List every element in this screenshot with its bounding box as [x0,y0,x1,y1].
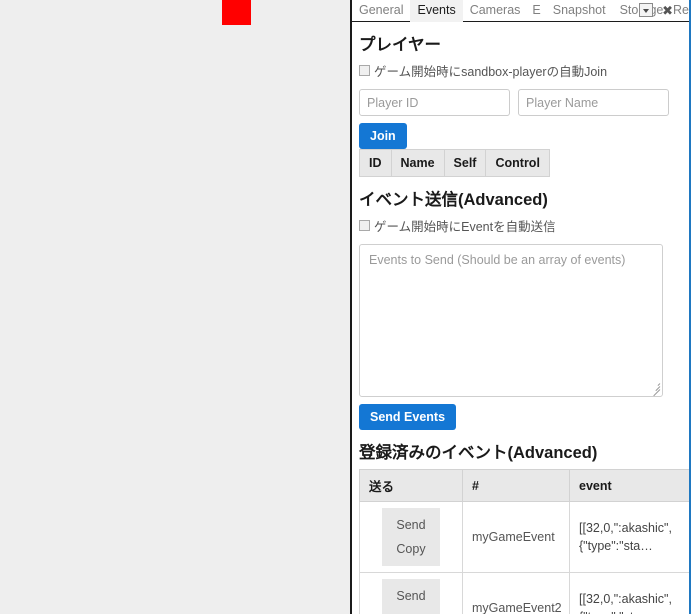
send-event-section-title: イベント送信(Advanced) [359,191,548,209]
red-square-sprite [222,0,251,25]
row-action-stack: Send Copy [382,579,440,614]
send-row-button[interactable]: Send [394,513,427,537]
row-event-name: myGameEvent2 [462,572,570,614]
registered-events-body: Send Copy myGameEvent [[32,0,":akashic",… [359,501,689,614]
players-table-header-row: ID Name Self Control [359,149,550,177]
players-col-control: Control [485,149,550,177]
events-to-send-textarea[interactable] [359,244,663,397]
player-name-input[interactable] [518,89,669,116]
auto-send-row[interactable]: ゲーム開始時にEventを自動送信 [359,216,689,235]
row-event-payload: [[32,0,":akashic", {"type":"sta… [569,572,689,614]
send-events-button[interactable]: Send Events [359,404,457,430]
tab-snapshot[interactable]: Snapshot [546,0,613,22]
events-textarea-wrap [359,244,663,397]
send-row-button[interactable]: Send [394,584,427,608]
row-action-stack: Send Copy [382,508,440,566]
auto-join-checkbox[interactable] [359,65,370,76]
players-col-id: ID [359,149,392,177]
row-actions-cell: Send Copy [359,572,463,614]
tab-strip: General Events Cameras E Snapshot Storag… [352,0,689,22]
registered-events-header-row: 送る # event [359,469,689,502]
row-event-payload-line2: {"type":"sta… [579,539,653,553]
row-event-payload: [[32,0,":akashic", {"type":"sta… [569,501,689,573]
table-row: Send Copy myGameEvent [[32,0,":akashic",… [359,501,689,573]
row-event-payload-line1: [[32,0,":akashic", [579,520,672,535]
players-col-self: Self [443,149,487,177]
tab-e[interactable]: E [527,0,545,22]
table-row: Send Copy myGameEvent2 [[32,0,":akashic"… [359,572,689,614]
app-window: General Events Cameras E Snapshot Storag… [0,0,695,614]
row-event-payload-line2: {"type":"sta… [579,608,681,614]
game-canvas-pane[interactable] [0,0,350,614]
copy-row-button[interactable]: Copy [394,537,427,561]
close-panel-button[interactable]: ✖Re [662,0,689,22]
events-col-number: # [462,469,570,502]
player-section-title: プレイヤー [359,36,442,54]
events-col-send: 送る [359,469,463,502]
player-id-input[interactable] [359,89,510,116]
registered-events-section-title: 登録済みのイベント(Advanced) [359,444,598,462]
row-event-payload-line1: [[32,0,":akashic", [579,591,672,606]
panel-body: プレイヤー ゲーム開始時にsandbox-playerの自動Join Join … [352,22,689,614]
row-actions-cell: Send Copy [359,501,463,573]
player-fields-row [359,89,689,116]
row-event-name: myGameEvent [462,501,570,573]
auto-join-row[interactable]: ゲーム開始時にsandbox-playerの自動Join [359,61,689,80]
registered-events-table: 送る # event Send Copy myGameEvent [[32,0,… [359,469,689,614]
tab-events[interactable]: Events [410,0,463,22]
devtools-panel: General Events Cameras E Snapshot Storag… [352,0,689,614]
join-button[interactable]: Join [359,123,407,149]
close-icon: ✖ [662,3,674,18]
tab-cameras[interactable]: Cameras [463,0,528,22]
tab-general[interactable]: General [352,0,410,22]
players-table: ID Name Self Control [359,149,550,177]
auto-join-label: ゲーム開始時にsandbox-playerの自動Join [374,65,608,79]
copy-row-button[interactable]: Copy [394,608,427,614]
close-panel-label: Re [673,3,689,17]
panel-right-edge [689,0,691,614]
chevron-down-icon[interactable] [639,3,653,17]
players-col-name: Name [390,149,445,177]
auto-send-label: ゲーム開始時にEventを自動送信 [374,220,556,234]
events-col-event: event [569,469,689,502]
auto-send-checkbox[interactable] [359,220,370,231]
